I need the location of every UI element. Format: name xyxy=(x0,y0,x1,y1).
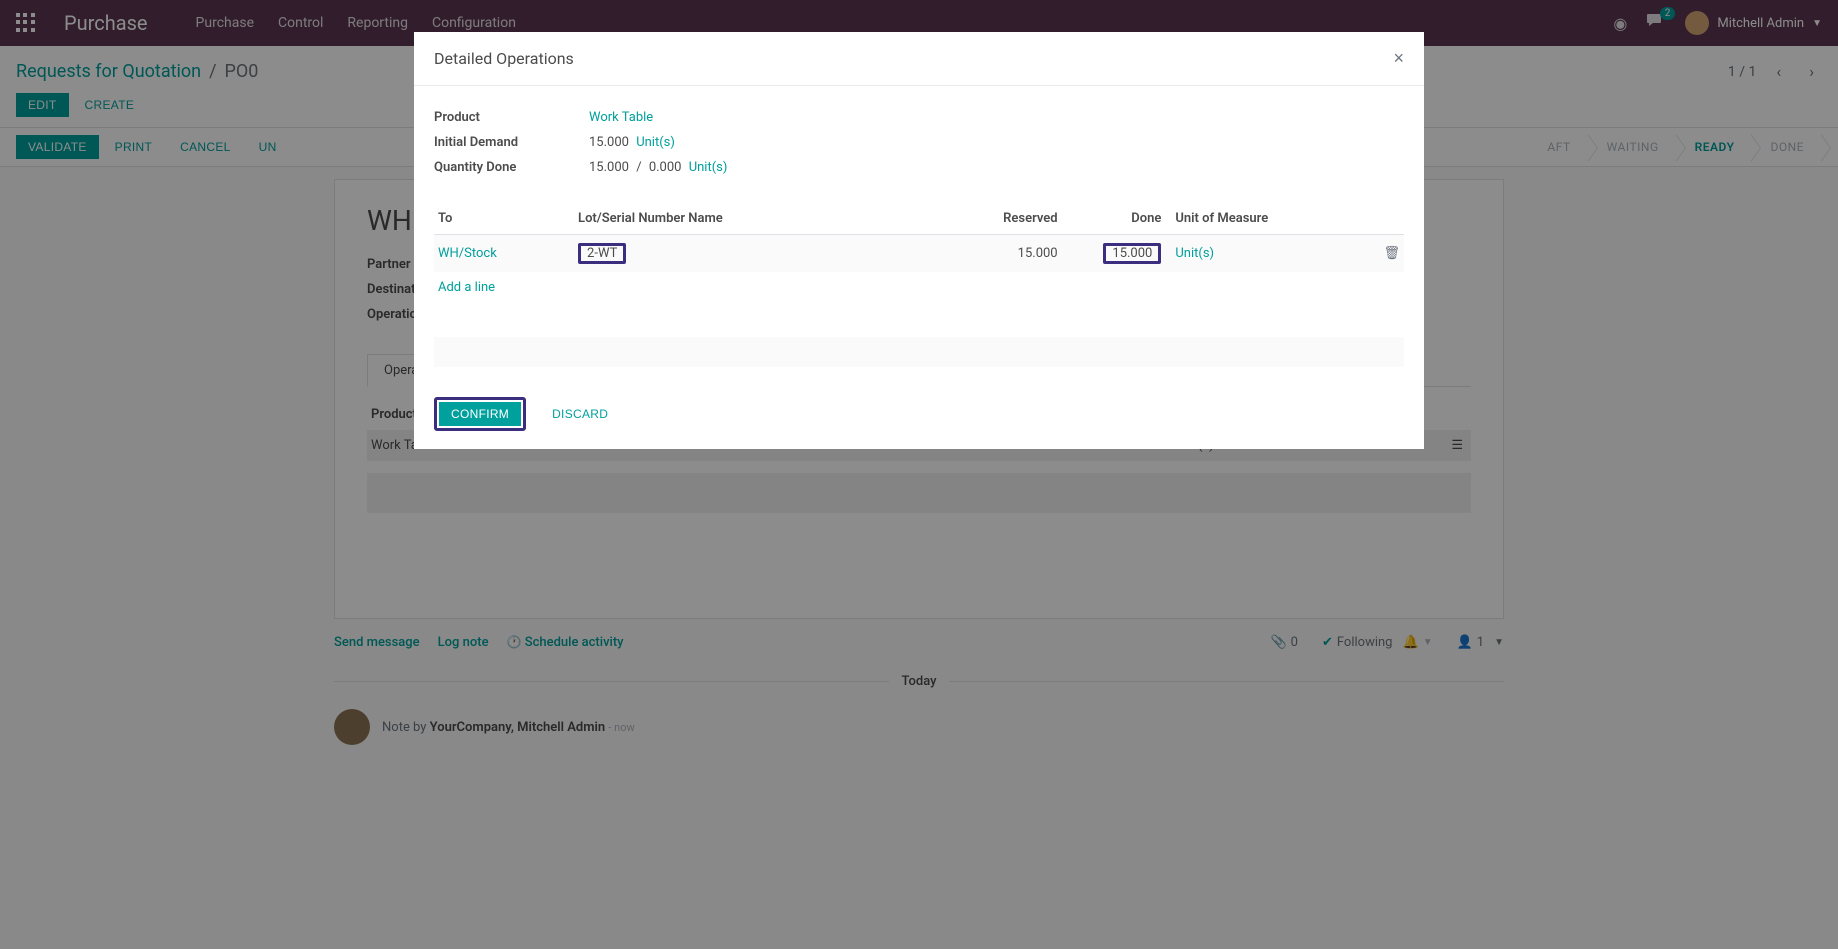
th-to: To xyxy=(434,203,574,235)
th-reserved: Reserved xyxy=(906,203,1062,235)
confirm-highlight: CONFIRM xyxy=(434,397,526,431)
close-icon[interactable]: × xyxy=(1393,48,1404,69)
discard-button[interactable]: DISCARD xyxy=(540,402,620,426)
th-uom: Unit of Measure xyxy=(1165,203,1372,235)
modal-header: Detailed Operations × xyxy=(414,32,1424,86)
modal-body: Product Work Table Initial Demand 15.000… xyxy=(414,86,1424,383)
product-value[interactable]: Work Table xyxy=(589,110,653,125)
th-lot: Lot/Serial Number Name xyxy=(574,203,906,235)
initial-demand-value: 15.000 Unit(s) xyxy=(589,135,675,150)
modal-overlay: Detailed Operations × Product Work Table… xyxy=(0,0,1838,949)
modal-footer: CONFIRM DISCARD xyxy=(414,383,1424,449)
row-uom[interactable]: Unit(s) xyxy=(1175,246,1214,261)
table-row: WH/Stock 2-WT 15.000 15.000 Unit(s) 🗑 xyxy=(434,235,1404,273)
quantity-done-value: 15.000 / 0.000 Unit(s) xyxy=(589,160,727,175)
add-line-link[interactable]: Add a line xyxy=(438,280,495,295)
product-label: Product xyxy=(434,110,589,125)
initial-demand-label: Initial Demand xyxy=(434,135,589,150)
th-done: Done xyxy=(1062,203,1166,235)
trash-icon[interactable]: 🗑 xyxy=(1383,246,1400,261)
row-to[interactable]: WH/Stock xyxy=(438,246,497,261)
row-reserved: 15.000 xyxy=(906,235,1062,273)
confirm-button[interactable]: CONFIRM xyxy=(439,402,521,426)
modal: Detailed Operations × Product Work Table… xyxy=(414,32,1424,449)
row-lot-input[interactable]: 2-WT xyxy=(578,243,626,264)
modal-table: To Lot/Serial Number Name Reserved Done … xyxy=(434,203,1404,367)
row-done-input[interactable]: 15.000 xyxy=(1103,243,1161,264)
quantity-done-label: Quantity Done xyxy=(434,160,589,175)
modal-title: Detailed Operations xyxy=(434,49,574,68)
